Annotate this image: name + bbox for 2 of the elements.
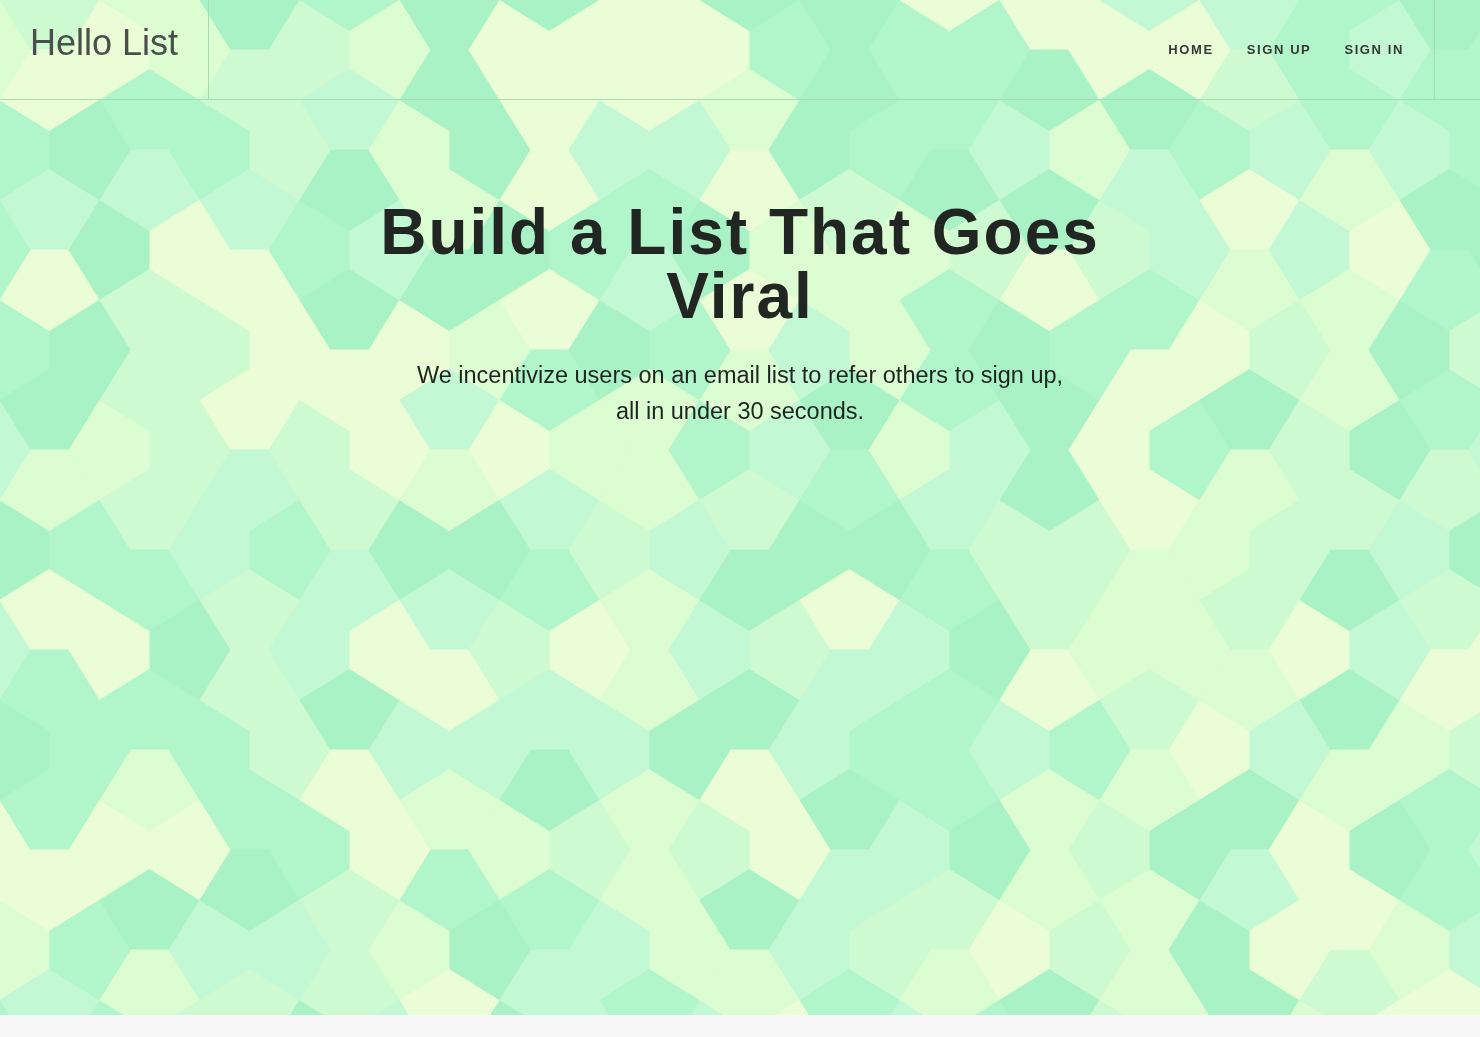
hero-title: Build a List That Goes Viral [379, 200, 1101, 328]
hero-subtitle: We incentivize users on an email list to refer others to sign up, all in under 30 seconds. [415, 361, 1065, 426]
